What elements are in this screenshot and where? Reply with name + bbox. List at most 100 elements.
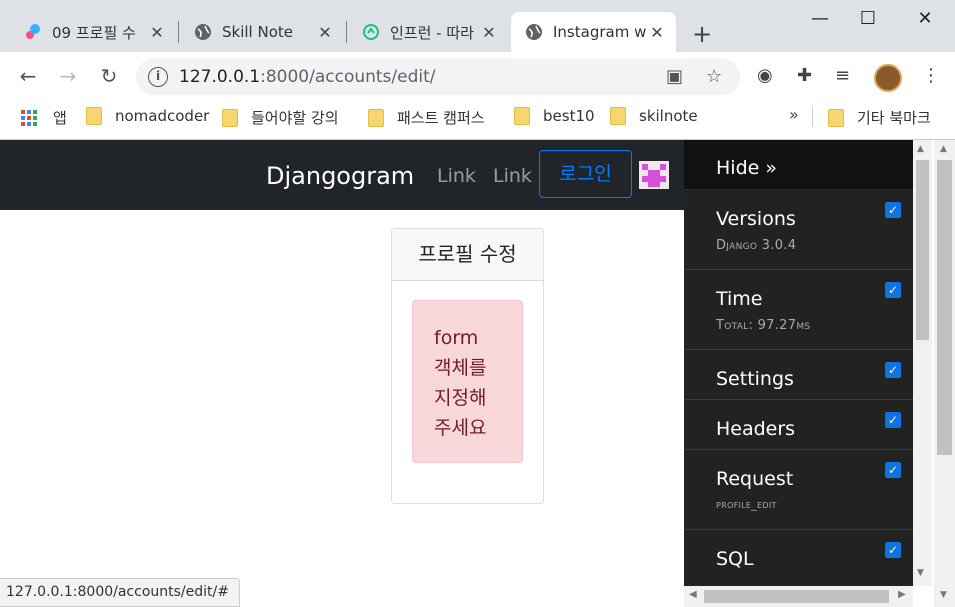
- folder-icon: [368, 108, 384, 127]
- tab-title: Skill Note: [222, 23, 293, 41]
- panel-checkbox[interactable]: ✓: [885, 542, 901, 558]
- debug-panel-versions[interactable]: Versions Django 3.0.4 ✓: [684, 190, 913, 270]
- translate-icon[interactable]: ▣: [666, 66, 683, 87]
- tab-skill-note[interactable]: Skill Note ✕: [180, 12, 344, 52]
- tab-profile-edit[interactable]: 09 프로필 수 ✕: [10, 12, 176, 52]
- bookmark-folder[interactable]: 패스트 캠퍼스: [368, 107, 485, 128]
- panel-title: Request: [716, 468, 794, 490]
- window-close-icon[interactable]: ✕: [905, 8, 945, 32]
- profile-edit-card: 프로필 수정 form 객체를 지정해 주세요: [391, 228, 544, 504]
- login-button[interactable]: 로그인: [539, 150, 632, 198]
- media-control-icon[interactable]: ◉: [757, 65, 773, 86]
- alert-line: 주세요: [434, 417, 487, 439]
- panel-checkbox[interactable]: ✓: [885, 412, 901, 428]
- form-missing-alert: form 객체를 지정해 주세요: [412, 300, 523, 463]
- panel-checkbox[interactable]: ✓: [885, 282, 901, 298]
- panel-checkbox[interactable]: ✓: [885, 462, 901, 478]
- new-tab-icon[interactable]: +: [692, 20, 712, 48]
- panel-checkbox[interactable]: ✓: [885, 202, 901, 218]
- browser-chrome: 09 프로필 수 ✕ Skill Note ✕ 인프런 - 따라 ✕ Insta…: [0, 0, 955, 140]
- bookmark-label: 들어야할 강의: [251, 109, 339, 127]
- nav-link[interactable]: Link: [437, 165, 476, 187]
- apps-grid-icon: [21, 109, 37, 126]
- close-icon[interactable]: ✕: [316, 23, 334, 42]
- debug-panel-time[interactable]: Time Total: 97.27ms ✓: [684, 270, 913, 350]
- close-icon[interactable]: ✕: [648, 23, 666, 42]
- scroll-up-icon[interactable]: ▲: [917, 144, 924, 154]
- card-title: 프로필 수정: [392, 229, 543, 281]
- playlist-icon[interactable]: ≡: [835, 65, 850, 86]
- debug-panel-sql[interactable]: SQL ✓: [684, 530, 913, 586]
- reload-icon[interactable]: ↻: [95, 62, 123, 90]
- django-debug-toolbar: Hide » Versions Django 3.0.4 ✓ Time Tota…: [684, 140, 913, 586]
- tab-title: 09 프로필 수: [52, 23, 136, 42]
- more-menu-icon[interactable]: ⋮: [922, 65, 940, 86]
- bookmark-folder[interactable]: skilnote: [610, 107, 698, 125]
- debug-toolbar-scrollbar[interactable]: ▲ ▼: [913, 140, 932, 586]
- panel-checkbox[interactable]: ✓: [885, 362, 901, 378]
- page-scrollbar[interactable]: ▲ ▼: [934, 140, 955, 607]
- profile-avatar-icon[interactable]: [874, 64, 902, 92]
- tab-strip: 09 프로필 수 ✕ Skill Note ✕ 인프런 - 따라 ✕ Insta…: [0, 0, 955, 52]
- site-navbar: Djangogram Link Link 로그인: [0, 140, 684, 210]
- bookmark-label: skilnote: [639, 107, 698, 125]
- bookmark-folder[interactable]: nomadcoder: [86, 107, 209, 125]
- panel-title: Settings: [716, 368, 794, 390]
- extensions-puzzle-icon[interactable]: ✚: [797, 65, 812, 86]
- folder-icon: [610, 107, 626, 125]
- debug-toolbar-h-scrollbar[interactable]: ◀ ▶: [684, 586, 913, 607]
- debug-toolbar-hide-button[interactable]: Hide »: [684, 140, 913, 190]
- panel-subtitle: profile_edit: [716, 498, 777, 511]
- bookmark-other[interactable]: 기타 북마크: [828, 107, 931, 128]
- avatar[interactable]: [639, 161, 669, 189]
- bookmark-folder[interactable]: 들어야할 강의: [222, 107, 339, 128]
- tab-instagram[interactable]: Instagram w ✕: [511, 12, 676, 52]
- scroll-right-icon[interactable]: ▶: [898, 589, 906, 600]
- folder-icon: [828, 108, 844, 127]
- panel-title: SQL: [716, 548, 754, 570]
- status-bar-url: 127.0.0.1:8000/accounts/edit/#: [0, 578, 240, 607]
- panel-subtitle: Total: 97.27ms: [716, 318, 811, 333]
- maximize-icon[interactable]: ☐: [848, 8, 888, 32]
- inflearn-icon: [362, 23, 380, 41]
- scroll-down-icon[interactable]: ▼: [940, 590, 947, 600]
- address-url[interactable]: 127.0.0.1:8000/accounts/edit/: [179, 67, 436, 87]
- bookmark-label: nomadcoder: [115, 107, 210, 125]
- debug-panel-settings[interactable]: Settings ✓: [684, 350, 913, 400]
- debug-panel-request[interactable]: Request profile_edit ✓: [684, 450, 913, 530]
- tab-title: 인프런 - 따라: [390, 23, 474, 42]
- browser-toolbar: ← → ↻ i 127.0.0.1:8000/accounts/edit/ ▣ …: [0, 52, 955, 100]
- bookmark-label: best10: [543, 107, 595, 125]
- scrollbar-thumb[interactable]: [937, 160, 952, 455]
- bookmarks-overflow[interactable]: »: [789, 105, 799, 124]
- close-icon[interactable]: ✕: [148, 23, 166, 42]
- forward-arrow-icon[interactable]: →: [54, 62, 82, 90]
- folder-icon: [222, 108, 238, 127]
- debug-panel-headers[interactable]: Headers ✓: [684, 400, 913, 450]
- close-icon[interactable]: ✕: [480, 23, 498, 42]
- scrollbar-thumb[interactable]: [704, 590, 889, 603]
- scrollbar-thumb[interactable]: [916, 160, 929, 340]
- bookmark-label: 기타 북마크: [857, 109, 931, 127]
- minimize-icon[interactable]: —: [800, 8, 840, 32]
- alert-line: 객체를: [434, 357, 487, 379]
- globe-icon: [194, 23, 212, 41]
- bookmark-separator: [812, 107, 813, 127]
- bookmark-label: 앱: [53, 109, 67, 127]
- star-icon[interactable]: ☆: [706, 66, 722, 87]
- scroll-up-icon[interactable]: ▲: [940, 144, 947, 154]
- bookmark-folder[interactable]: best10: [514, 107, 595, 125]
- nav-link[interactable]: Link: [493, 165, 532, 187]
- back-arrow-icon[interactable]: ←: [14, 62, 42, 90]
- scroll-left-icon[interactable]: ◀: [689, 589, 697, 600]
- info-icon[interactable]: i: [148, 67, 168, 87]
- alert-line: 지정해: [434, 387, 487, 409]
- panel-title: Headers: [716, 418, 796, 440]
- colorful-logo-icon: [24, 23, 42, 41]
- navbar-brand[interactable]: Djangogram: [266, 162, 414, 190]
- address-bar[interactable]: i 127.0.0.1:8000/accounts/edit/ ▣ ☆: [136, 59, 740, 95]
- tab-inflearn[interactable]: 인프런 - 따라 ✕: [348, 12, 508, 52]
- globe-icon: [525, 23, 543, 41]
- bookmark-apps[interactable]: 앱: [21, 107, 67, 128]
- scroll-down-icon[interactable]: ▼: [917, 568, 924, 578]
